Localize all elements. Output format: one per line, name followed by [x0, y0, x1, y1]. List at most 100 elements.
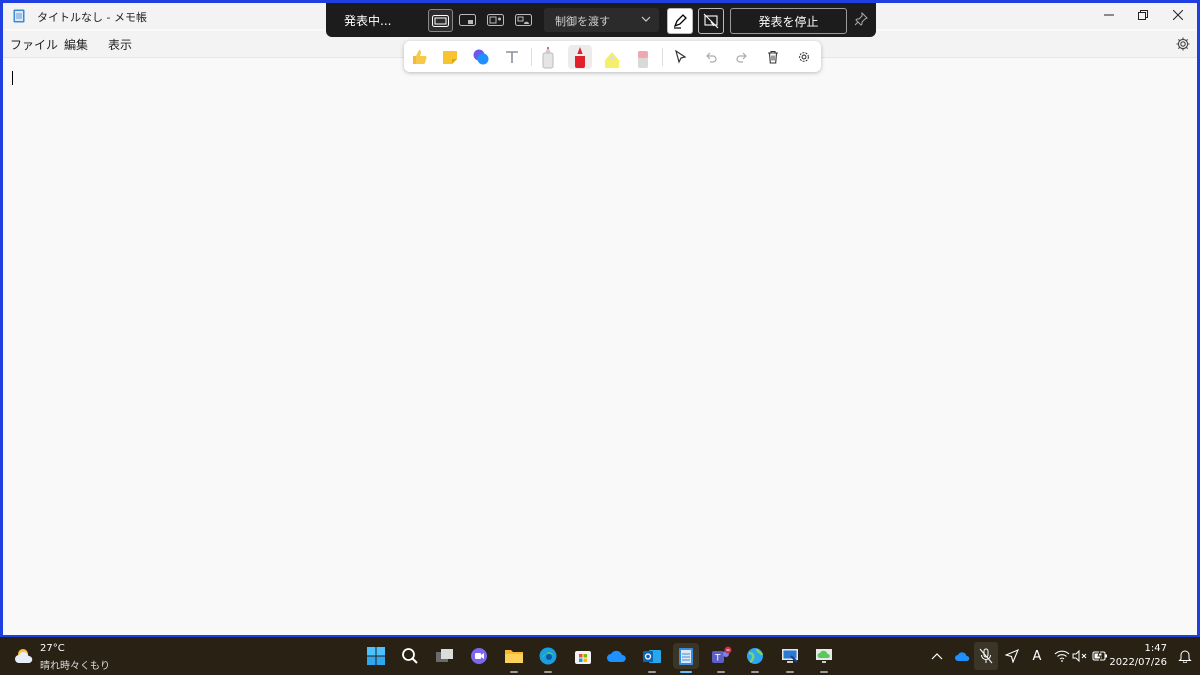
weather-condition[interactable]: 晴れ時々くもり	[40, 657, 110, 672]
running-indicator	[751, 671, 759, 673]
eraser-icon	[638, 51, 648, 68]
text-tool-icon	[506, 51, 518, 63]
battery-button[interactable]	[1090, 646, 1110, 666]
tray-onedrive-button[interactable]	[952, 646, 972, 666]
layout-reporter-icon	[515, 13, 532, 26]
svg-text:T: T	[714, 654, 721, 664]
pointer-button[interactable]	[668, 45, 692, 69]
redo-button[interactable]	[730, 45, 754, 69]
yellow-highlighter-button[interactable]	[600, 45, 624, 69]
laser-pen-button[interactable]	[667, 8, 693, 34]
pointer-icon	[675, 50, 687, 64]
partly-cloudy-icon[interactable]	[14, 647, 36, 665]
presenting-status: 発表中...	[344, 14, 392, 28]
notepad-window: タイトルなし - メモ帳 ファイル 編集 表示	[3, 3, 1197, 635]
location-button[interactable]	[1002, 646, 1022, 666]
chat-button[interactable]	[466, 643, 492, 669]
pin-icon[interactable]	[854, 12, 868, 26]
menu-file[interactable]: ファイル	[10, 36, 58, 53]
weather-temperature[interactable]: 27°C	[40, 643, 65, 654]
store-button[interactable]	[570, 643, 596, 669]
give-control-label: 制御を渡す	[555, 15, 610, 28]
edge-button[interactable]	[535, 643, 561, 673]
store-icon	[575, 651, 591, 664]
outlook-button[interactable]	[639, 643, 665, 673]
restore-icon	[1138, 10, 1148, 20]
input-method-indicator[interactable]: A	[1027, 646, 1047, 666]
remote-desktop-icon	[782, 649, 798, 663]
red-pen-button[interactable]	[568, 45, 592, 69]
stop-presenting-button[interactable]: 発表を停止	[730, 8, 847, 34]
toolbar-separator	[662, 48, 663, 66]
wifi-button[interactable]	[1052, 646, 1072, 666]
reaction-button[interactable]	[407, 45, 431, 69]
eraser-button[interactable]	[631, 45, 655, 69]
show-hidden-icons-button[interactable]	[927, 646, 947, 666]
clock-time[interactable]: 1:47	[1145, 643, 1167, 654]
layout-reporter-button[interactable]	[512, 9, 535, 30]
layout-side-by-side-button[interactable]	[484, 9, 507, 30]
red-pen-icon	[575, 47, 585, 68]
close-button[interactable]	[1159, 3, 1197, 27]
notepad-icon	[679, 648, 693, 665]
speech-bubbles-icon	[473, 49, 489, 65]
notification-bell-icon[interactable]	[1178, 649, 1192, 663]
volume-muted-button[interactable]	[1070, 646, 1090, 666]
ink-settings-button[interactable]	[792, 45, 816, 69]
comment-button[interactable]	[469, 45, 493, 69]
menu-view[interactable]: 表示	[108, 36, 132, 53]
white-pen-button[interactable]	[536, 45, 560, 69]
text-editor[interactable]	[3, 58, 1197, 635]
windows-logo-icon	[367, 647, 385, 665]
white-pen-icon	[542, 47, 554, 69]
restore-button[interactable]	[1124, 3, 1162, 27]
location-arrow-icon	[1005, 649, 1019, 663]
layout-side-by-side-icon	[487, 13, 504, 26]
running-indicator	[786, 671, 794, 673]
running-indicator	[820, 671, 828, 673]
pen-annotation-icon	[673, 14, 687, 29]
gear-icon	[799, 52, 809, 62]
thumbs-up-icon	[413, 50, 427, 64]
text-tool-button[interactable]	[500, 45, 524, 69]
task-view-icon	[436, 649, 453, 662]
file-explorer-button[interactable]	[501, 643, 527, 673]
cloud-app-button[interactable]	[811, 643, 837, 673]
running-indicator	[648, 671, 656, 673]
layout-content-only-button[interactable]	[428, 9, 453, 32]
sticky-note-button[interactable]	[438, 45, 462, 69]
folder-icon	[505, 650, 523, 663]
give-control-dropdown[interactable]: 制御を渡す	[544, 8, 659, 32]
yellow-highlighter-icon	[605, 52, 619, 68]
stop-sharing-screen-button[interactable]	[698, 8, 724, 34]
undo-icon	[706, 52, 717, 63]
globe-icon	[747, 648, 764, 664]
layout-standout-button[interactable]	[456, 9, 479, 30]
notepad-taskbar-button[interactable]	[673, 643, 699, 673]
outlook-icon	[643, 650, 661, 663]
menu-edit[interactable]: 編集	[64, 36, 88, 53]
notepad-app-icon	[13, 9, 25, 23]
volume-muted-icon	[1072, 650, 1087, 662]
annotation-toolbar	[404, 41, 821, 72]
task-view-button[interactable]	[432, 643, 458, 669]
clock-date[interactable]: 2022/07/26	[1109, 657, 1167, 668]
trash-icon	[768, 50, 778, 64]
delete-button[interactable]	[761, 45, 785, 69]
settings-gear-icon[interactable]	[1175, 36, 1191, 52]
start-button[interactable]	[363, 643, 389, 669]
onedrive-button[interactable]	[604, 643, 630, 669]
cloud-icon	[607, 650, 626, 662]
text-caret	[12, 71, 13, 85]
screen-share-off-icon	[703, 13, 719, 29]
teams-button[interactable]: T	[708, 643, 734, 673]
minimize-button[interactable]	[1090, 3, 1128, 27]
browser-button[interactable]	[742, 643, 768, 673]
onedrive-cloud-icon	[955, 652, 970, 661]
microphone-muted-button[interactable]	[974, 642, 998, 670]
undo-button[interactable]	[699, 45, 723, 69]
search-button[interactable]	[397, 643, 423, 669]
close-icon	[1173, 10, 1183, 20]
sticky-note-icon	[443, 51, 457, 64]
remote-desktop-button[interactable]	[777, 643, 803, 673]
